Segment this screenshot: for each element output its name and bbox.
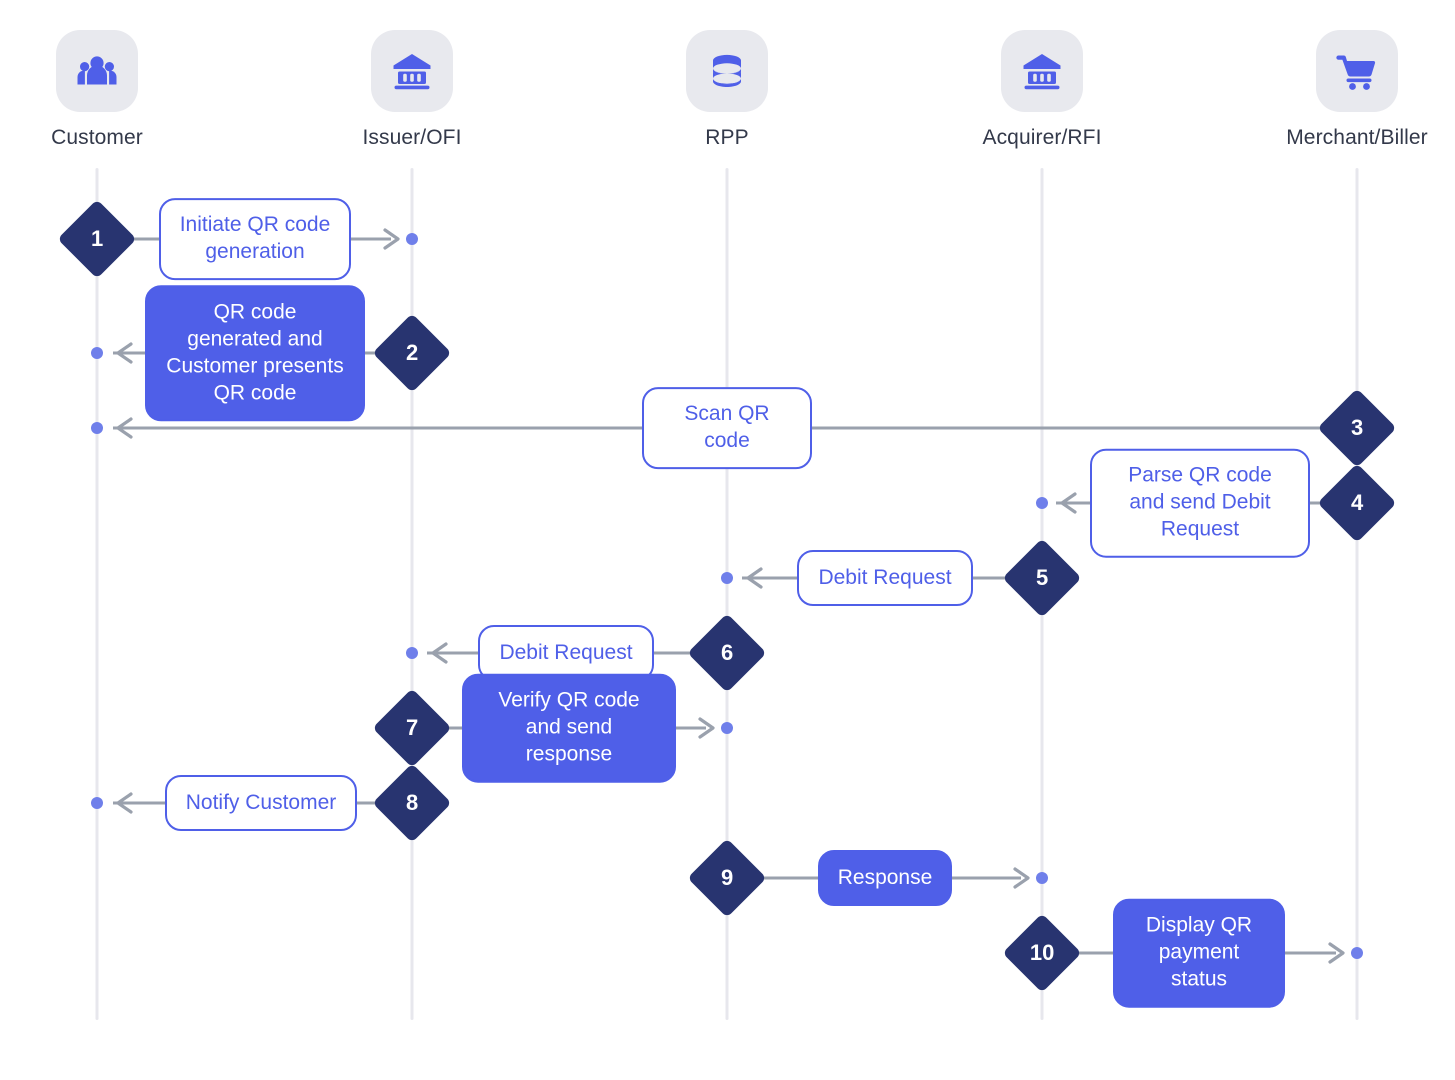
step-badge-8[interactable]: 8: [372, 763, 452, 843]
bank-icon: [1001, 30, 1083, 112]
people-icon: [56, 30, 138, 112]
step-number: 7: [405, 715, 419, 740]
message-endpoint-dot: [721, 572, 733, 584]
arrowhead-left: [426, 640, 452, 666]
message-label-3[interactable]: Scan QR code: [642, 387, 812, 469]
message-label-5[interactable]: Debit Request: [797, 550, 973, 606]
step-number: 2: [405, 340, 419, 365]
message-endpoint-dot: [1036, 497, 1048, 509]
sequence-diagram: Customer Issuer/OFI RPP Acquirer/RFI Merchan…: [0, 0, 1455, 1080]
actor-customer: Customer: [0, 30, 217, 150]
message-label-2[interactable]: QR code generated and Customer presents …: [145, 285, 365, 421]
arrowhead-left: [111, 790, 137, 816]
step-number: 5: [1035, 565, 1049, 590]
actor-acquirer: Acquirer/RFI: [922, 30, 1162, 150]
step-badge-1[interactable]: 1: [57, 199, 137, 279]
actor-label: Merchant/Biller: [1286, 126, 1428, 149]
actor-rpp: RPP: [607, 30, 847, 150]
lifeline-merchant: [1355, 168, 1359, 1020]
arrowhead-right: [379, 226, 405, 252]
arrowhead-right: [694, 715, 720, 741]
lifeline-issuer: [410, 168, 414, 1020]
database-icon: [686, 30, 768, 112]
message-endpoint-dot: [406, 647, 418, 659]
arrowhead-right: [1324, 940, 1350, 966]
bank-icon: [371, 30, 453, 112]
step-number: 1: [90, 226, 104, 251]
message-endpoint-dot: [1351, 947, 1363, 959]
step-badge-7[interactable]: 7: [372, 688, 452, 768]
lifeline-customer: [95, 168, 99, 1020]
step-badge-3[interactable]: 3: [1317, 388, 1397, 468]
actor-label: Acquirer/RFI: [982, 126, 1102, 149]
message-endpoint-dot: [91, 422, 103, 434]
message-label-7[interactable]: Verify QR code and send response: [462, 673, 676, 783]
message-endpoint-dot: [91, 797, 103, 809]
message-label-6[interactable]: Debit Request: [478, 625, 654, 681]
message-label-9[interactable]: Response: [818, 850, 952, 906]
actor-label: Issuer/OFI: [362, 126, 462, 149]
arrowhead-left: [111, 340, 137, 366]
arrowhead-right: [1009, 865, 1035, 891]
message-label-4[interactable]: Parse QR code and send Debit Request: [1090, 448, 1310, 558]
step-badge-5[interactable]: 5: [1002, 538, 1082, 618]
step-badge-2[interactable]: 2: [372, 313, 452, 393]
arrowhead-left: [741, 565, 767, 591]
actor-issuer: Issuer/OFI: [292, 30, 532, 150]
step-number: 10: [1029, 939, 1055, 965]
step-number: 4: [1350, 490, 1364, 515]
actor-merchant: Merchant/Biller: [1237, 30, 1455, 150]
arrowhead-left: [111, 415, 137, 441]
step-badge-9[interactable]: 9: [687, 838, 767, 918]
actor-label: Customer: [51, 126, 143, 149]
step-number: 9: [720, 865, 734, 890]
step-number: 3: [1350, 415, 1364, 440]
step-badge-6[interactable]: 6: [687, 613, 767, 693]
step-badge-4[interactable]: 4: [1317, 463, 1397, 543]
message-label-8[interactable]: Notify Customer: [165, 775, 357, 831]
step-badge-10[interactable]: 10: [1002, 913, 1082, 993]
message-endpoint-dot: [91, 347, 103, 359]
message-endpoint-dot: [406, 233, 418, 245]
message-label-1[interactable]: Initiate QR code generation: [159, 198, 351, 280]
message-label-10[interactable]: Display QR payment status: [1113, 898, 1285, 1008]
shopping-cart-icon: [1316, 30, 1398, 112]
actor-label: RPP: [705, 126, 749, 149]
arrowhead-left: [1055, 490, 1081, 516]
message-endpoint-dot: [1036, 872, 1048, 884]
message-endpoint-dot: [721, 722, 733, 734]
step-number: 8: [405, 790, 419, 815]
step-number: 6: [720, 640, 734, 665]
